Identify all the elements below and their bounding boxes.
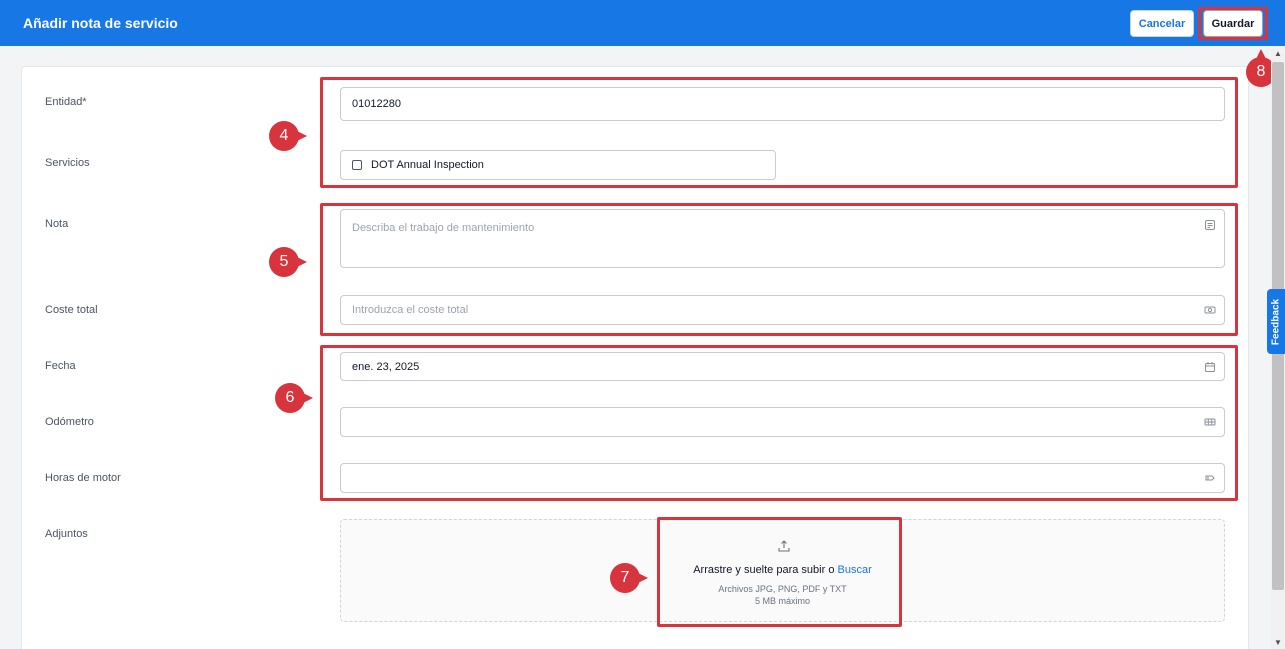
- file-types-text: Archivos JPG, PNG, PDF y TXT: [718, 584, 847, 594]
- scroll-down-arrow-icon[interactable]: ▼: [1271, 635, 1285, 649]
- odometer-field[interactable]: [340, 407, 1225, 437]
- calendar-icon: [1204, 361, 1216, 373]
- drop-text: Arrastre y suelte para subir o: [693, 564, 838, 576]
- attachments-label: Adjuntos: [45, 528, 88, 540]
- feedback-label: Feedback: [1270, 298, 1282, 345]
- scroll-up-arrow-icon[interactable]: ▲: [1271, 46, 1285, 60]
- odometer-icon: [1204, 416, 1216, 428]
- note-label: Nota: [45, 218, 69, 230]
- callout-marker-7: 7: [610, 563, 648, 593]
- note-textarea[interactable]: Describa el trabajo de mantenimiento: [340, 209, 1225, 268]
- browse-link[interactable]: Buscar: [838, 564, 872, 576]
- page-title: Añadir nota de servicio: [23, 15, 178, 31]
- save-button[interactable]: Guardar: [1203, 10, 1263, 37]
- date-value: ene. 23, 2025: [352, 360, 420, 373]
- date-field[interactable]: ene. 23, 2025: [340, 352, 1225, 381]
- callout-marker-5: 5: [269, 247, 307, 277]
- entity-field[interactable]: 01012280: [340, 87, 1225, 121]
- drop-instructions: Arrastre y suelte para subir o Buscar: [341, 564, 1224, 576]
- total-cost-label: Coste total: [45, 304, 98, 316]
- total-cost-placeholder: Introduzca el coste total: [352, 304, 469, 316]
- odometer-label: Odómetro: [45, 416, 94, 428]
- callout-number-6: 6: [285, 389, 295, 406]
- callout-number-5: 5: [279, 253, 289, 270]
- engine-hours-label: Horas de motor: [45, 472, 121, 484]
- feedback-tab[interactable]: Feedback: [1267, 289, 1285, 354]
- note-placeholder: Describa el trabajo de mantenimiento: [352, 222, 535, 234]
- callout-marker-6: 6: [275, 383, 313, 413]
- services-field[interactable]: DOT Annual Inspection: [340, 150, 776, 180]
- service-option-label: DOT Annual Inspection: [371, 159, 484, 171]
- money-icon: [1204, 304, 1216, 316]
- note-icon: [1204, 219, 1216, 231]
- engine-icon: [1204, 472, 1216, 484]
- callout-number-7: 7: [620, 569, 630, 586]
- attachments-dropzone[interactable]: Arrastre y suelte para subir o Buscar Ar…: [340, 519, 1225, 622]
- services-label: Servicios: [45, 157, 90, 169]
- entity-value: 01012280: [352, 98, 401, 110]
- entity-label: Entidad*: [45, 96, 87, 108]
- max-size-text: 5 MB máximo: [754, 596, 810, 606]
- header-bar: Añadir nota de servicio Cancelar Guardar: [0, 0, 1285, 46]
- total-cost-field[interactable]: Introduzca el coste total: [340, 295, 1225, 325]
- cancel-button[interactable]: Cancelar: [1130, 10, 1194, 37]
- callout-number-4: 4: [279, 127, 289, 144]
- date-label: Fecha: [45, 360, 76, 372]
- callout-marker-4: 4: [269, 121, 307, 151]
- engine-hours-field[interactable]: [340, 463, 1225, 493]
- upload-icon: [777, 539, 791, 553]
- service-checkbox[interactable]: [352, 160, 362, 170]
